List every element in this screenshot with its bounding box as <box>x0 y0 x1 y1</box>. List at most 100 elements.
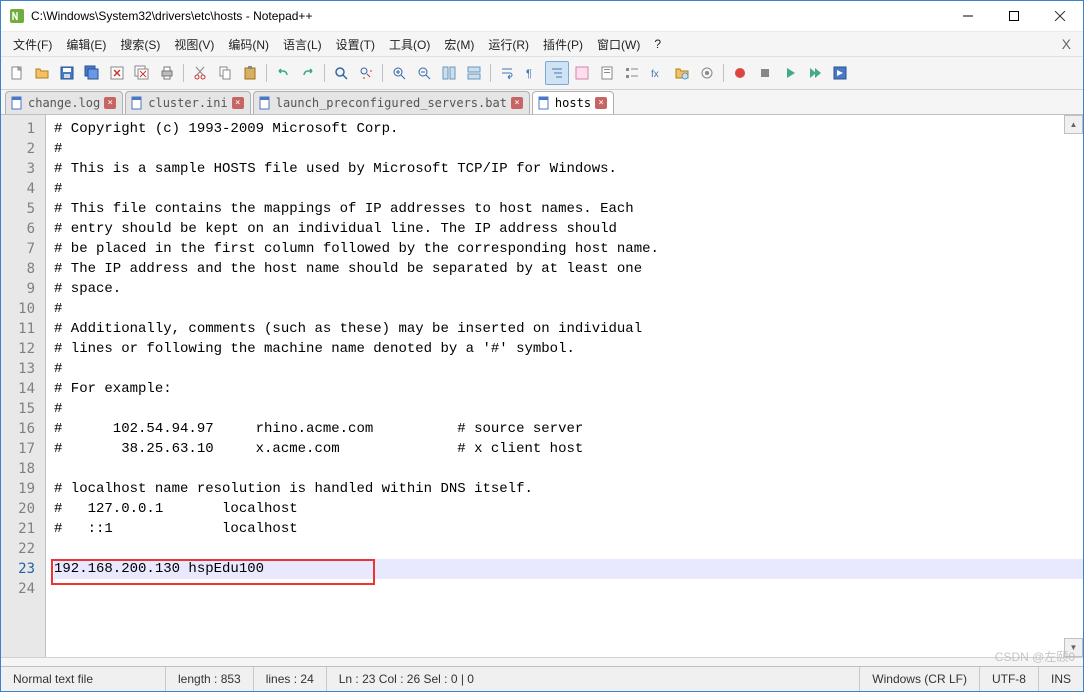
status-encoding[interactable]: UTF-8 <box>980 667 1039 691</box>
code-line[interactable]: # 127.0.0.1 localhost <box>54 499 1083 519</box>
undo-button[interactable] <box>271 61 295 85</box>
zoom-out-button[interactable] <box>412 61 436 85</box>
scroll-up-button[interactable]: ▲ <box>1064 115 1083 134</box>
menu-edit[interactable]: 编辑(E) <box>60 34 112 55</box>
tab-close-icon[interactable]: × <box>104 97 116 109</box>
line-number: 10 <box>1 299 45 319</box>
menu-run[interactable]: 运行(R) <box>482 34 535 55</box>
menu-settings[interactable]: 设置(T) <box>330 34 381 55</box>
line-number: 14 <box>1 379 45 399</box>
code-line[interactable]: # This is a sample HOSTS file used by Mi… <box>54 159 1083 179</box>
paste-button[interactable] <box>238 61 262 85</box>
menu-window[interactable]: 窗口(W) <box>591 34 646 55</box>
tab-cluster-ini[interactable]: cluster.ini× <box>125 91 250 114</box>
code-line[interactable]: 192.168.200.130 hspEdu100 <box>54 559 1083 579</box>
status-inputmode[interactable]: INS <box>1039 667 1083 691</box>
sync-h-button[interactable] <box>462 61 486 85</box>
record-macro-button[interactable] <box>728 61 752 85</box>
menu-search[interactable]: 搜索(S) <box>114 34 166 55</box>
line-number: 24 <box>1 579 45 599</box>
code-line[interactable]: # Copyright (c) 1993-2009 Microsoft Corp… <box>54 119 1083 139</box>
print-button[interactable] <box>155 61 179 85</box>
tab-close-icon[interactable]: × <box>511 97 523 109</box>
menu-plugins[interactable]: 插件(P) <box>537 34 589 55</box>
code-line[interactable]: # For example: <box>54 379 1083 399</box>
new-file-button[interactable] <box>5 61 29 85</box>
tab-change-log[interactable]: change.log × <box>5 91 123 114</box>
copy-button[interactable] <box>213 61 237 85</box>
menu-encoding[interactable]: 编码(N) <box>222 34 275 55</box>
close-file-button[interactable] <box>105 61 129 85</box>
code-line[interactable]: # be placed in the first column followed… <box>54 239 1083 259</box>
redo-button[interactable] <box>296 61 320 85</box>
minimize-button[interactable] <box>945 1 991 31</box>
code-line[interactable] <box>54 539 1083 559</box>
zoom-in-button[interactable] <box>387 61 411 85</box>
code-line[interactable]: # This file contains the mappings of IP … <box>54 199 1083 219</box>
user-lang-button[interactable] <box>570 61 594 85</box>
file-icon <box>258 96 272 110</box>
scroll-down-button[interactable]: ▼ <box>1064 638 1083 657</box>
menu-language[interactable]: 语言(L) <box>277 34 328 55</box>
stop-macro-button[interactable] <box>753 61 777 85</box>
code-line[interactable]: # 38.25.63.10 x.acme.com # x client host <box>54 439 1083 459</box>
code-line[interactable]: # lines or following the machine name de… <box>54 339 1083 359</box>
play-multi-button[interactable] <box>803 61 827 85</box>
sync-v-button[interactable] <box>437 61 461 85</box>
horizontal-scroll-track[interactable] <box>1 657 1083 666</box>
tab-close-icon[interactable]: × <box>232 97 244 109</box>
code-line[interactable]: # entry should be kept on an individual … <box>54 219 1083 239</box>
line-number: 1 <box>1 119 45 139</box>
menu-help[interactable]: ? <box>648 35 667 53</box>
code-line[interactable]: # space. <box>54 279 1083 299</box>
code-line[interactable]: # localhost name resolution is handled w… <box>54 479 1083 499</box>
find-button[interactable] <box>329 61 353 85</box>
doc-list-button[interactable] <box>620 61 644 85</box>
line-number: 8 <box>1 259 45 279</box>
tab-hosts[interactable]: hosts× <box>532 91 614 114</box>
save-macro-button[interactable] <box>828 61 852 85</box>
monitor-button[interactable] <box>695 61 719 85</box>
tab-label: change.log <box>28 96 100 110</box>
close-all-button[interactable] <box>130 61 154 85</box>
menu-view[interactable]: 视图(V) <box>168 34 220 55</box>
tab-launch_preconfigured_servers-bat[interactable]: launch_preconfigured_servers.bat× <box>253 91 530 114</box>
menu-file[interactable]: 文件(F) <box>7 34 58 55</box>
menu-macro[interactable]: 宏(M) <box>438 34 480 55</box>
code-line[interactable]: # <box>54 179 1083 199</box>
doc-map-button[interactable] <box>595 61 619 85</box>
doc-close-x[interactable]: X <box>1056 36 1077 52</box>
indent-guide-button[interactable] <box>545 61 569 85</box>
code-line[interactable]: # <box>54 299 1083 319</box>
line-number: 15 <box>1 399 45 419</box>
play-macro-button[interactable] <box>778 61 802 85</box>
replace-button[interactable] <box>354 61 378 85</box>
open-file-button[interactable] <box>30 61 54 85</box>
tab-close-icon[interactable]: × <box>595 97 607 109</box>
line-number: 22 <box>1 539 45 559</box>
wordwrap-button[interactable] <box>495 61 519 85</box>
save-button[interactable] <box>55 61 79 85</box>
code-line[interactable] <box>54 579 1083 599</box>
code-line[interactable]: # <box>54 139 1083 159</box>
cut-button[interactable] <box>188 61 212 85</box>
close-button[interactable] <box>1037 1 1083 31</box>
maximize-button[interactable] <box>991 1 1037 31</box>
line-number: 12 <box>1 339 45 359</box>
code-line[interactable]: # 102.54.94.97 rhino.acme.com # source s… <box>54 419 1083 439</box>
code-line[interactable]: # The IP address and the host name shoul… <box>54 259 1083 279</box>
menu-tools[interactable]: 工具(O) <box>383 34 436 55</box>
save-all-button[interactable] <box>80 61 104 85</box>
show-all-chars-button[interactable]: ¶ <box>520 61 544 85</box>
status-eol[interactable]: Windows (CR LF) <box>860 667 980 691</box>
code-editor[interactable]: # Copyright (c) 1993-2009 Microsoft Corp… <box>46 115 1083 657</box>
line-number: 7 <box>1 239 45 259</box>
code-line[interactable] <box>54 459 1083 479</box>
folder-workspace-button[interactable] <box>670 61 694 85</box>
code-line[interactable]: # ::1 localhost <box>54 519 1083 539</box>
function-list-button[interactable]: fx <box>645 61 669 85</box>
code-line[interactable]: # <box>54 399 1083 419</box>
line-number: 23 <box>1 559 45 579</box>
code-line[interactable]: # <box>54 359 1083 379</box>
code-line[interactable]: # Additionally, comments (such as these)… <box>54 319 1083 339</box>
